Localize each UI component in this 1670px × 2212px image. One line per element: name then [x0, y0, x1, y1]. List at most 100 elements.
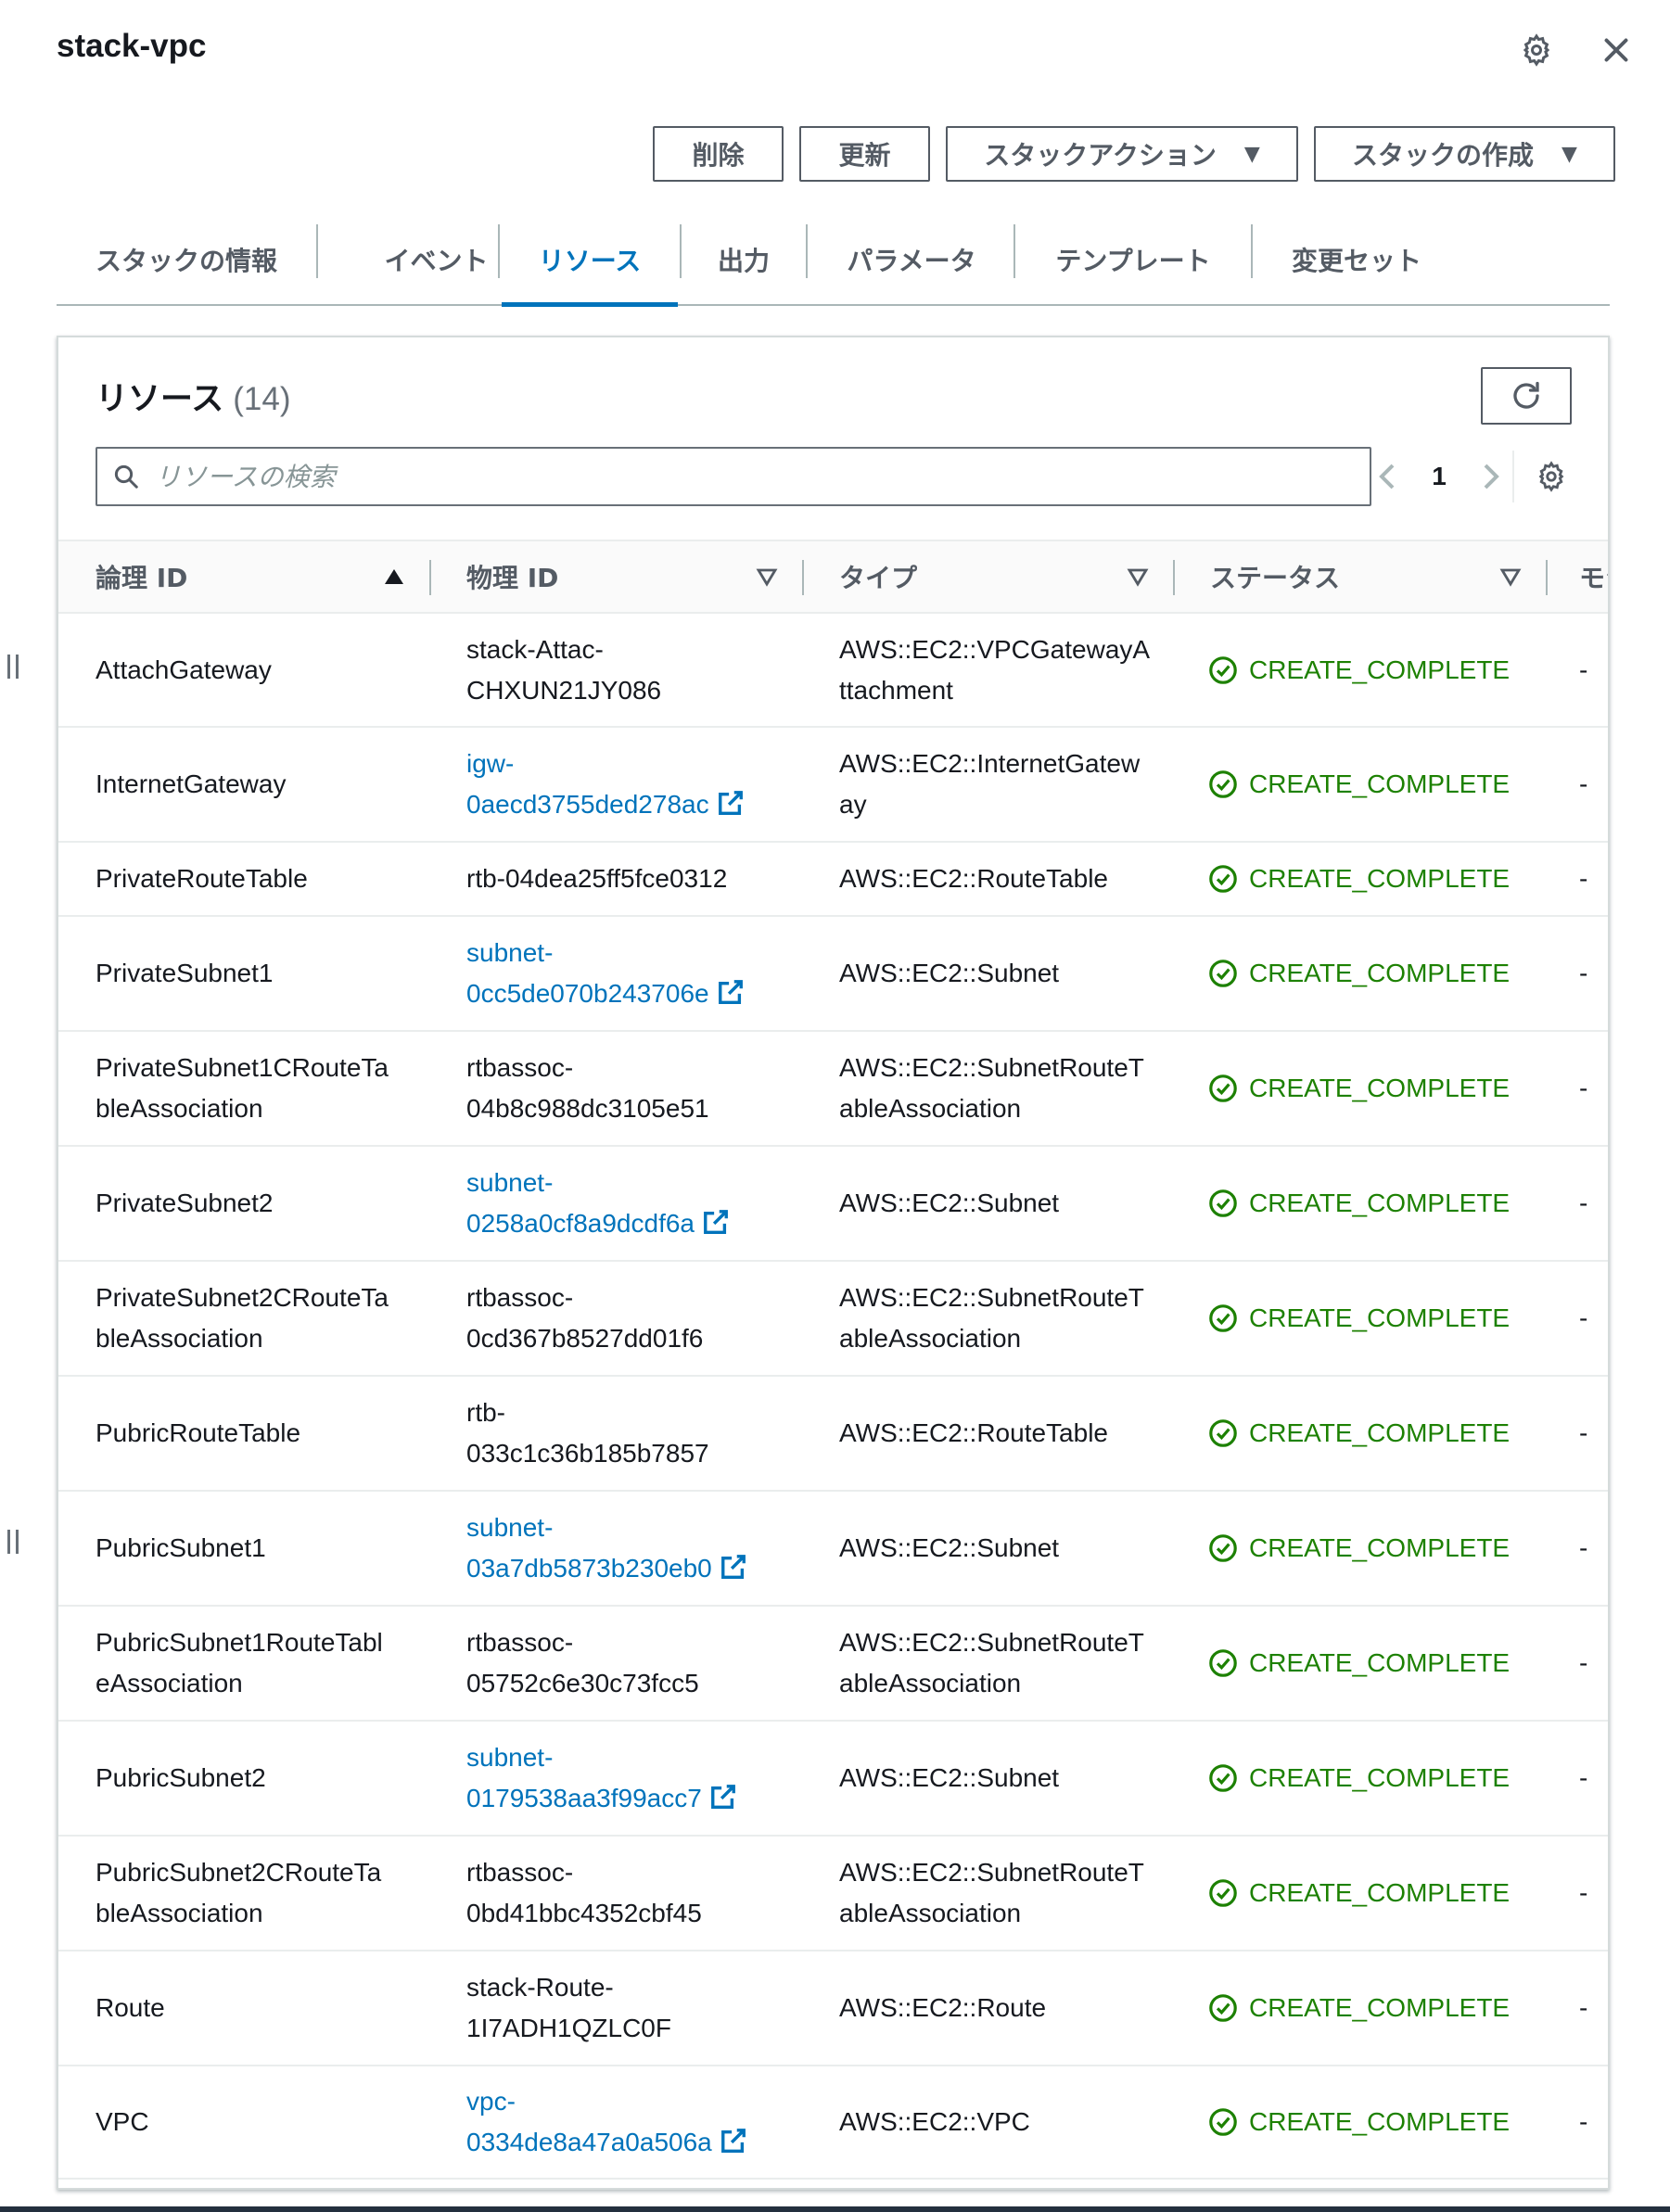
tab-divider	[498, 224, 500, 278]
status-text: CREATE_COMPLETE	[1249, 1074, 1511, 1102]
tab-resources[interactable]: リソース	[502, 215, 678, 307]
sort-icon[interactable]	[1127, 566, 1149, 588]
module-cell: -	[1579, 2107, 1588, 2136]
refresh-button[interactable]	[1481, 367, 1572, 425]
resources-panel: リソース(14) 1 論理 ID 物理 ID タイプ ステータス モジ	[57, 336, 1610, 2190]
tab-outputs[interactable]: 出力	[682, 215, 806, 304]
logical-id-cell: PrivateSubnet1	[96, 917, 439, 1030]
prev-page-icon[interactable]	[1359, 449, 1415, 504]
tab-parameters[interactable]: パラメータ	[808, 215, 1015, 304]
physical-id-link[interactable]: vpc- 0334de8a47a0a506a	[466, 2081, 747, 2163]
col-status[interactable]: ステータス	[1210, 541, 1544, 612]
resource-type: AWS::EC2::RouteTable	[839, 1418, 1108, 1447]
external-link-icon	[720, 1555, 746, 1579]
check-circle-icon	[1209, 1304, 1237, 1332]
status-cell: CREATE_COMPLETE	[1208, 1262, 1542, 1375]
col-logical-id[interactable]: 論理 ID	[96, 541, 429, 612]
sort-icon[interactable]	[756, 566, 778, 588]
logical-id: PubricSubnet1RouteTabl eAssociation	[96, 1628, 383, 1697]
resource-type: AWS::EC2::RouteTable	[839, 864, 1108, 893]
physical-id-link[interactable]: subnet- 03a7db5873b230eb0	[466, 1507, 747, 1589]
col-physical-id[interactable]: 物理 ID	[466, 541, 800, 612]
sort-ascending-icon[interactable]	[383, 566, 405, 588]
column-resizer[interactable]	[802, 560, 804, 595]
logical-id: AttachGateway	[96, 655, 272, 684]
search-field[interactable]	[96, 447, 1371, 506]
logical-id-cell: PubricSubnet1	[96, 1492, 439, 1605]
status-cell: CREATE_COMPLETE	[1208, 1607, 1542, 1720]
table-header: 論理 ID 物理 ID タイプ ステータス モジ	[58, 540, 1608, 614]
physical-id-link[interactable]: subnet- 0179538aa3f99acc7	[466, 1737, 737, 1819]
table-row: PubricRouteTable rtb- 033c1c36b185b7857 AW…	[58, 1377, 1608, 1492]
type-cell: AWS::EC2::VPC	[839, 2066, 1192, 2178]
table-row: AttachGateway stack-Attac- CHXUN21JY086 AW…	[58, 614, 1608, 728]
table-settings-gear-icon[interactable]	[1533, 458, 1570, 495]
check-circle-icon	[1209, 2108, 1237, 2136]
sort-icon[interactable]	[1499, 566, 1522, 588]
resource-type: AWS::EC2::SubnetRouteT ableAssociation	[839, 1283, 1144, 1353]
status-text: CREATE_COMPLETE	[1249, 1418, 1511, 1447]
refresh-icon	[1513, 381, 1539, 409]
status-cell: CREATE_COMPLETE	[1208, 1492, 1542, 1605]
status-cell: CREATE_COMPLETE	[1208, 1032, 1542, 1145]
tab-template[interactable]: テンプレート	[1015, 215, 1251, 304]
status-text: CREATE_COMPLETE	[1249, 1303, 1511, 1332]
resource-type: AWS::EC2::InternetGatew ay	[839, 749, 1141, 819]
close-icon[interactable]	[1598, 32, 1635, 69]
resize-handle-icon[interactable]	[7, 655, 26, 680]
status-cell: CREATE_COMPLETE	[1208, 917, 1542, 1030]
physical-id-cell: rtbassoc- 0bd41bbc4352cbf45	[466, 1837, 810, 1950]
logical-id: PrivateSubnet2CRouteTa bleAssociation	[96, 1283, 389, 1353]
module-cell: -	[1579, 1074, 1588, 1102]
physical-id-suffix: 0179538aa3f99acc7	[466, 1784, 702, 1812]
physical-id-prefix: igw-	[466, 749, 515, 778]
create-stack-dropdown[interactable]: スタックの作成 ▼	[1314, 126, 1615, 182]
resource-type: AWS::EC2::SubnetRouteT ableAssociation	[839, 1628, 1144, 1697]
next-page-icon[interactable]	[1463, 449, 1519, 504]
physical-id-cell: subnet- 0179538aa3f99acc7	[466, 1722, 810, 1835]
module-cell: -	[1579, 864, 1588, 893]
status-badge: CREATE_COMPLETE	[1208, 650, 1510, 691]
status-cell: CREATE_COMPLETE	[1208, 1837, 1542, 1950]
search-input[interactable]	[153, 460, 1334, 493]
update-button[interactable]: 更新	[799, 126, 930, 182]
module-cell: -	[1579, 1303, 1588, 1332]
module-cell: -	[1579, 1878, 1588, 1907]
check-circle-icon	[1209, 960, 1237, 987]
status-cell: CREATE_COMPLETE	[1208, 1722, 1542, 1835]
tab-stack-info[interactable]: スタックの情報	[57, 215, 316, 304]
tab-change-sets[interactable]: 変更セット	[1253, 215, 1460, 304]
stack-actions-dropdown[interactable]: スタックアクション ▼	[946, 126, 1298, 182]
col-module[interactable]: モジ	[1579, 541, 1608, 612]
physical-id: rtbassoc- 05752c6e30c73fcc5	[466, 1628, 699, 1697]
logical-id: PubricSubnet2	[96, 1763, 266, 1792]
col-type[interactable]: タイプ	[839, 541, 1173, 612]
type-cell: AWS::EC2::RouteTable	[839, 843, 1192, 915]
physical-id-link[interactable]: subnet- 0cc5de070b243706e	[466, 933, 745, 1014]
settings-gear-icon[interactable]	[1518, 32, 1555, 69]
status-text: CREATE_COMPLETE	[1249, 769, 1511, 798]
logical-id-cell: PrivateSubnet1CRouteTa bleAssociation	[96, 1032, 439, 1145]
column-resizer[interactable]	[1173, 560, 1175, 595]
caret-down-icon: ▼	[1562, 142, 1577, 166]
resize-handle-icon[interactable]	[7, 1530, 26, 1556]
module-cell: -	[1579, 655, 1588, 684]
physical-id-cell: igw- 0aecd3755ded278ac	[466, 728, 810, 841]
physical-id-cell: rtb- 033c1c36b185b7857	[466, 1377, 810, 1490]
table-row: PrivateRouteTable rtb-04dea25ff5fce0312 AW…	[58, 843, 1608, 917]
external-link-icon	[720, 2129, 746, 2153]
physical-id-link[interactable]: subnet- 0258a0cf8a9dcdf6a	[466, 1163, 730, 1244]
page-title: stack-vpc	[57, 28, 207, 64]
physical-id-suffix: 0cc5de070b243706e	[466, 979, 709, 1008]
table-row: PrivateSubnet1 subnet- 0cc5de070b243706e AW…	[58, 917, 1608, 1032]
column-resizer[interactable]	[429, 560, 431, 595]
page-number[interactable]: 1	[1415, 462, 1463, 491]
status-cell: CREATE_COMPLETE	[1208, 728, 1542, 841]
column-resizer[interactable]	[1546, 560, 1548, 595]
physical-id-cell: subnet- 0258a0cf8a9dcdf6a	[466, 1147, 810, 1260]
logical-id: PubricSubnet1	[96, 1533, 266, 1562]
physical-id-link[interactable]: igw- 0aecd3755ded278ac	[466, 744, 745, 825]
check-circle-icon	[1209, 1649, 1237, 1677]
delete-button[interactable]: 削除	[653, 126, 784, 182]
bottom-border	[0, 2206, 1670, 2212]
